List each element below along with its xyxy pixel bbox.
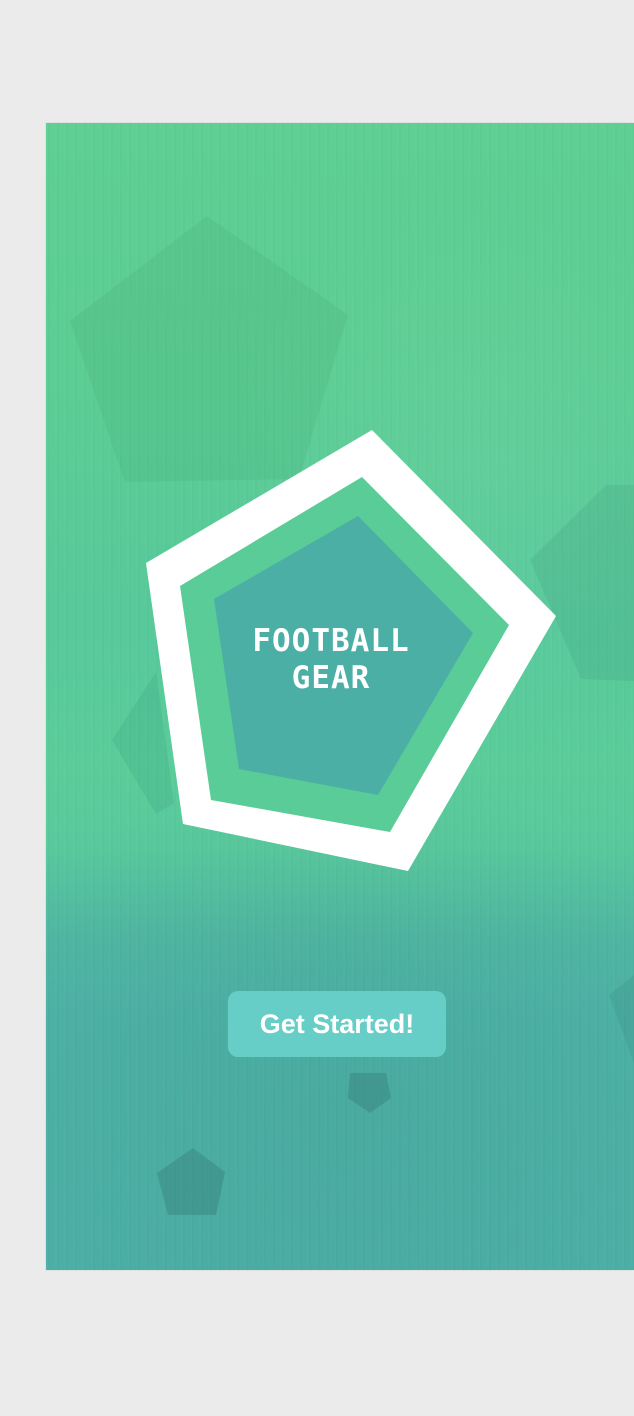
- logo-line-football: FOOTBALL: [252, 623, 410, 659]
- logo-line-gear: GEAR: [291, 660, 371, 696]
- welcome-screen: FOOTBALL GEAR Get Started!: [46, 123, 634, 1270]
- get-started-button[interactable]: Get Started!: [228, 991, 446, 1057]
- background-pentagon-small-middle: [348, 1073, 391, 1113]
- background-pentagon-edge: [609, 975, 634, 1063]
- logo-title: FOOTBALL GEAR: [236, 623, 426, 697]
- background-pentagon-small-bottom: [157, 1148, 225, 1215]
